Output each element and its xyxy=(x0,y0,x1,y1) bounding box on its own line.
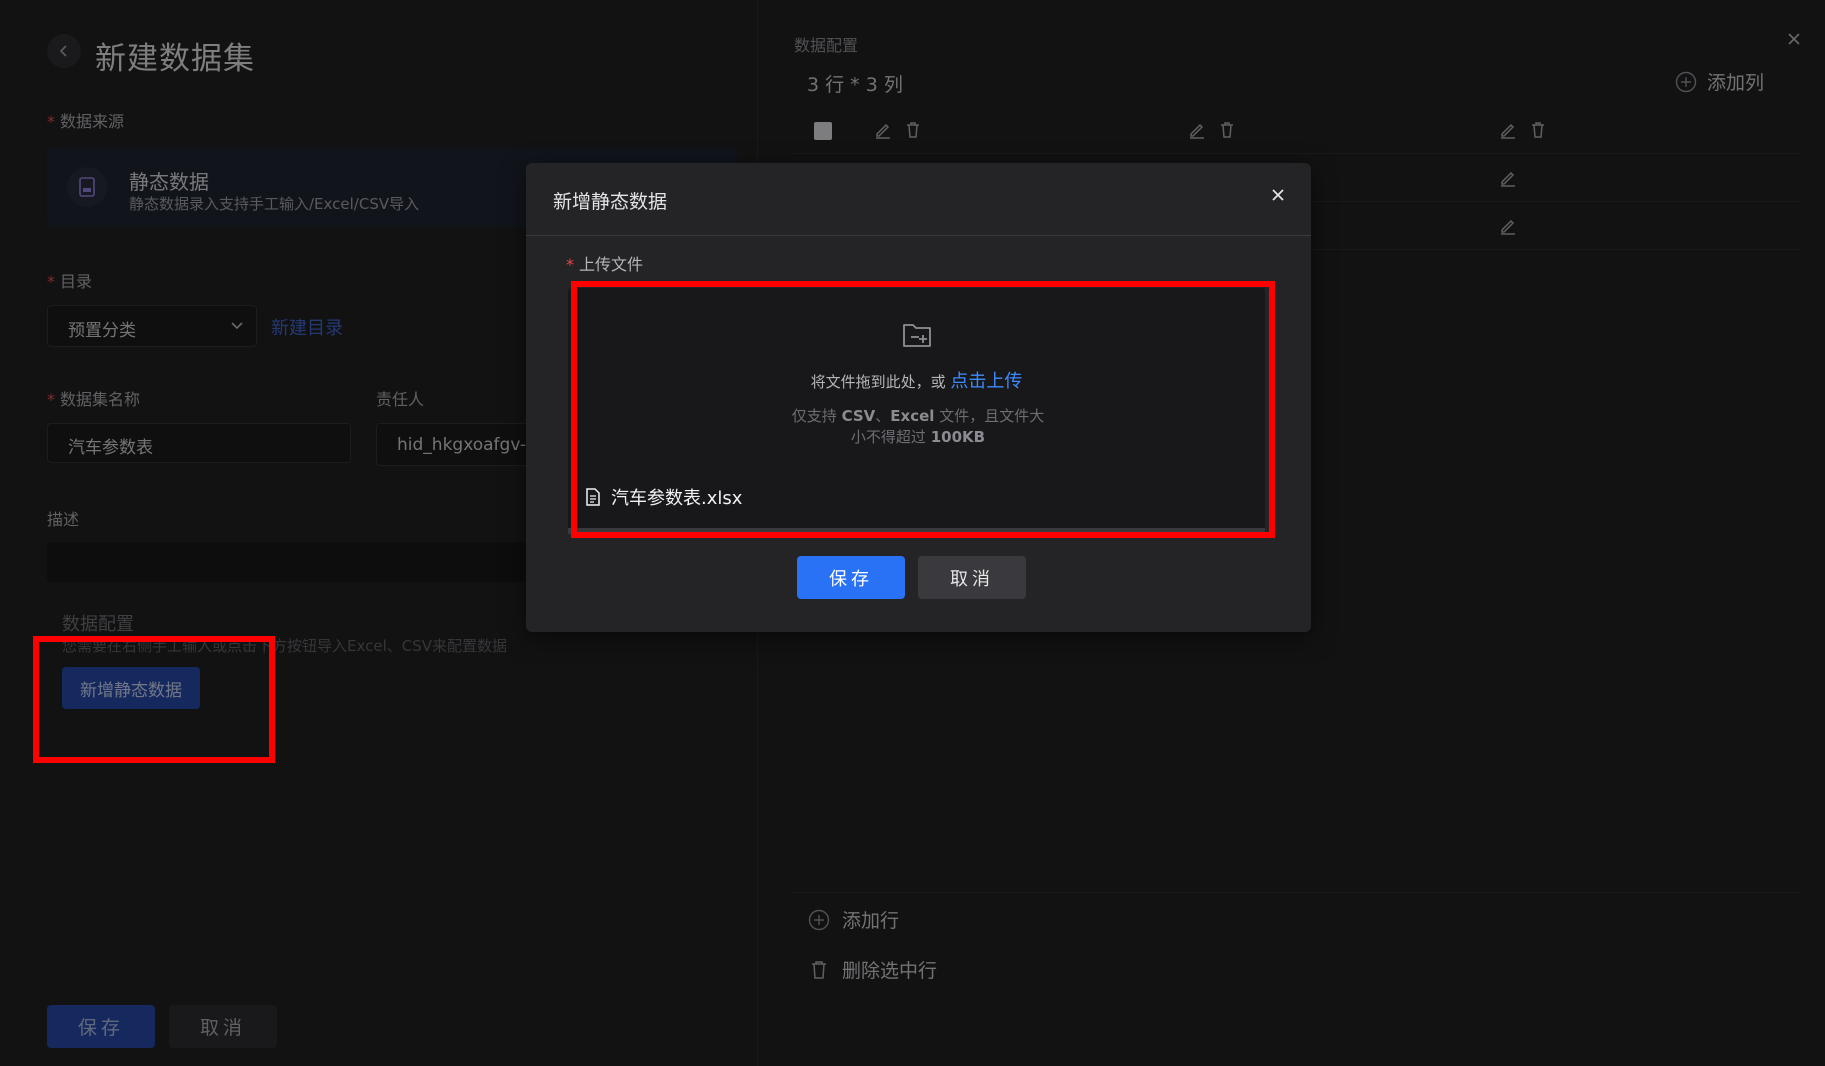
highlight-upload-area xyxy=(571,281,1275,538)
dialog-title: 新增静态数据 xyxy=(553,191,668,213)
highlight-add-static-button xyxy=(33,636,275,763)
dialog-cancel-button[interactable]: 取消 xyxy=(918,556,1026,599)
close-icon[interactable] xyxy=(1271,188,1285,202)
dialog-header: 新增静态数据 xyxy=(526,163,1311,236)
upload-label: * 上传文件 xyxy=(566,255,644,274)
dialog-save-button[interactable]: 保存 xyxy=(797,556,905,599)
